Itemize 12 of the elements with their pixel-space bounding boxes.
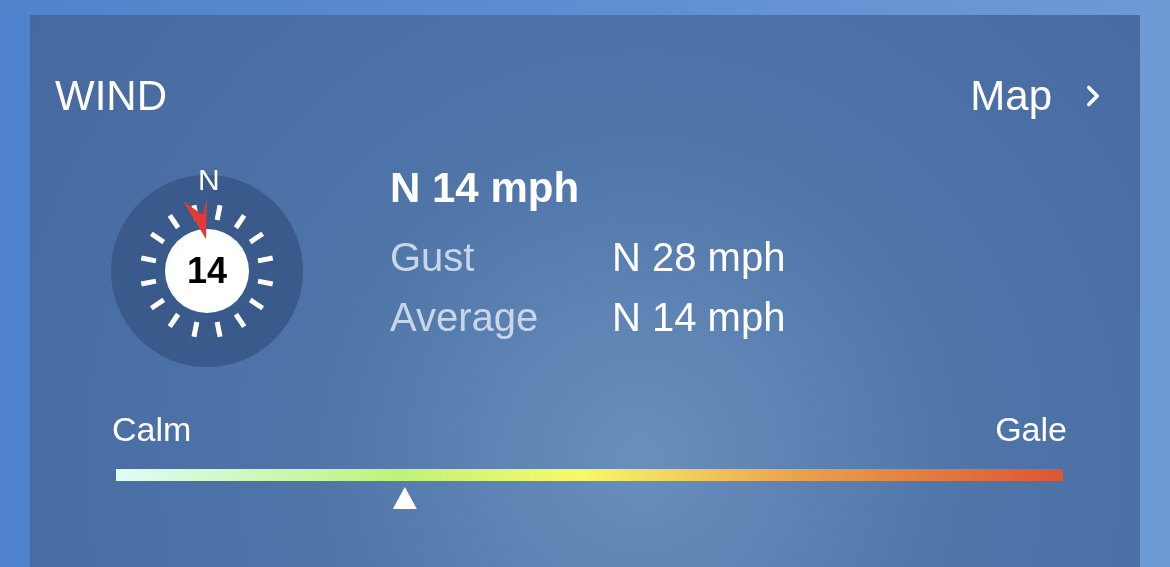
- detail-label: Average: [390, 294, 540, 341]
- detail-label: Gust: [390, 234, 476, 281]
- card-title: WIND: [55, 73, 167, 119]
- speed-reading: 14: [186, 253, 227, 289]
- wind-headline: N 14 mph: [390, 163, 581, 213]
- map-link[interactable]: Map: [970, 73, 1110, 119]
- scale-min-label: Calm: [112, 409, 192, 449]
- detail-value: N 28 mph: [612, 234, 786, 281]
- north-label: N: [198, 165, 220, 195]
- scale-max-label: Gale: [995, 409, 1067, 449]
- detail-value: N 14 mph: [612, 294, 786, 341]
- needle-icon: [183, 197, 209, 239]
